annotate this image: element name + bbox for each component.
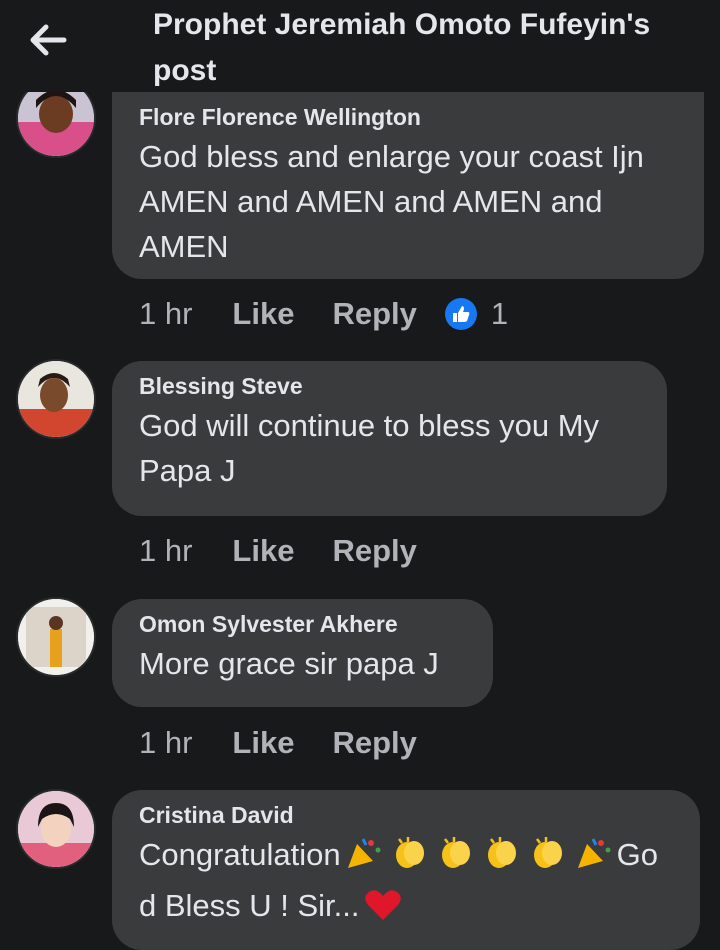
comment-author[interactable]: Cristina David — [139, 800, 673, 830]
profile-photo — [18, 361, 94, 437]
clapping-hands-icon — [529, 835, 567, 883]
profile-photo — [18, 599, 94, 675]
comment-actions: 1 hr Like Reply 1 — [139, 294, 508, 334]
like-button[interactable]: Like — [232, 533, 294, 569]
avatar[interactable] — [18, 361, 94, 437]
comment-actions: 1 hr Like Reply — [139, 723, 455, 763]
like-button[interactable]: Like — [232, 296, 294, 332]
comment-bubble: Omon Sylvester Akhere More grace sir pap… — [112, 599, 493, 707]
reaction-count[interactable]: 1 — [491, 296, 508, 332]
avatar[interactable] — [18, 599, 94, 675]
comment-time[interactable]: 1 hr — [139, 533, 192, 569]
top-bar: Prophet Jeremiah Omoto Fufeyin's post — [0, 0, 720, 92]
clapping-hands-icon — [391, 835, 429, 883]
red-heart-icon — [364, 888, 402, 934]
comment-text-part: Congratulation — [139, 837, 341, 872]
comment-text: More grace sir papa J — [139, 646, 439, 681]
clapping-hands-icon — [483, 835, 521, 883]
comment-text-part: Go — [616, 837, 658, 872]
comment-bubble: Flore Florence Wellington God bless and … — [112, 92, 704, 279]
comment-author[interactable]: Blessing Steve — [139, 371, 640, 401]
avatar[interactable] — [18, 791, 94, 867]
profile-photo — [18, 791, 94, 867]
party-popper-icon — [575, 835, 613, 883]
thumbs-up-icon[interactable] — [444, 298, 477, 330]
comment-text: God bless and enlarge your coast Ijn AME… — [139, 139, 644, 264]
comment-bubble: Blessing Steve God will continue to bles… — [112, 361, 667, 516]
back-button[interactable] — [26, 20, 70, 60]
reply-button[interactable]: Reply — [332, 533, 416, 569]
page-title: Prophet Jeremiah Omoto Fufeyin's post — [153, 8, 651, 87]
reply-button[interactable]: Reply — [332, 725, 416, 761]
comment-time[interactable]: 1 hr — [139, 725, 192, 761]
comment-text: God will continue to bless you My Papa J — [139, 408, 600, 488]
comment-author[interactable]: Flore Florence Wellington — [139, 102, 677, 132]
party-popper-icon — [345, 835, 383, 883]
comment-text-part: d Bless U ! Sir... — [139, 888, 360, 923]
comment-text: Congratulation Go d Bless U ! Sir... — [139, 832, 673, 934]
clapping-hands-icon — [437, 835, 475, 883]
comment-author[interactable]: Omon Sylvester Akhere — [139, 609, 466, 639]
comment-actions: 1 hr Like Reply — [139, 531, 455, 571]
reply-button[interactable]: Reply — [332, 296, 416, 332]
like-button[interactable]: Like — [232, 725, 294, 761]
comment-time[interactable]: 1 hr — [139, 296, 192, 332]
comment-bubble: Cristina David Congratulation Go d Bless … — [112, 790, 700, 950]
arrow-left-icon — [30, 24, 67, 56]
